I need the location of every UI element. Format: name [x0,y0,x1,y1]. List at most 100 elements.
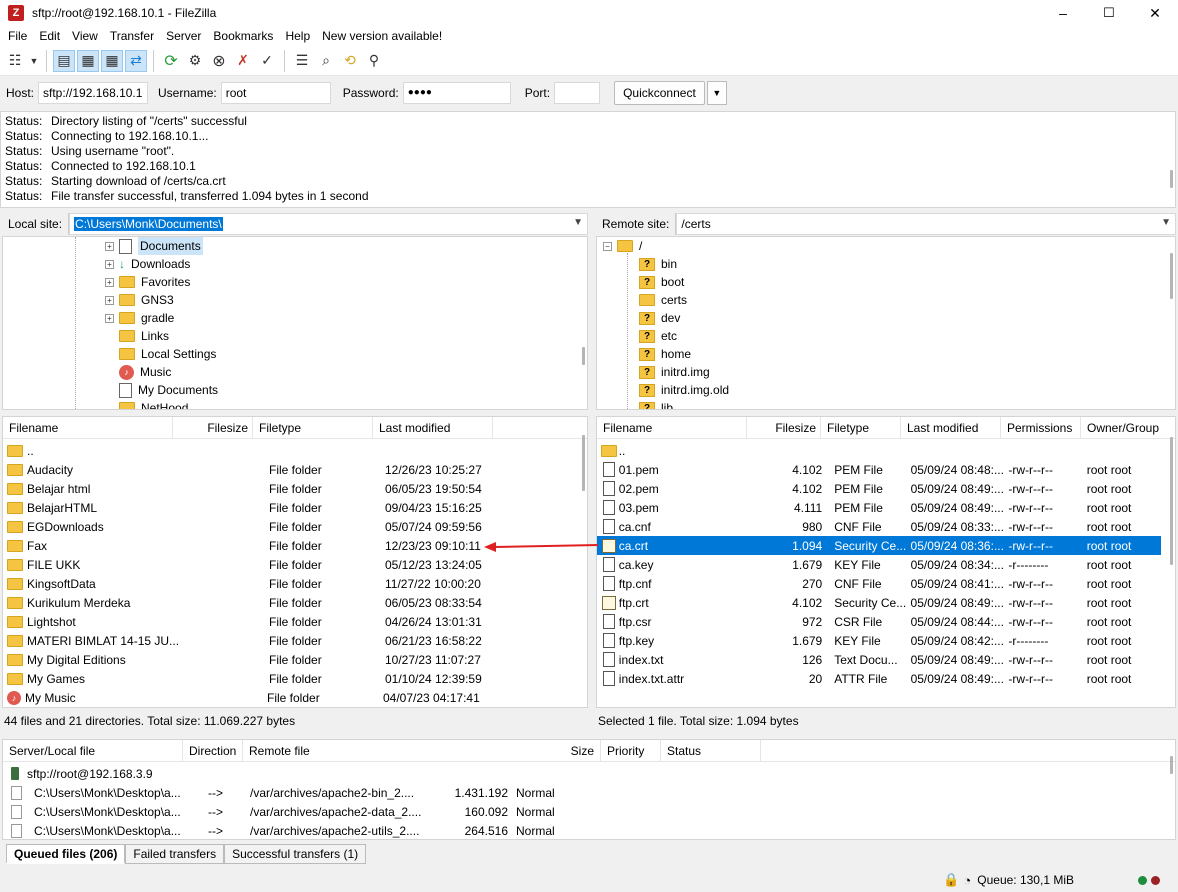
column-filesize[interactable]: Filesize [747,417,821,439]
tree-item[interactable]: ? lib [639,399,673,409]
tree-item[interactable]: + gradle [105,309,174,327]
tree-item[interactable]: ? initrd.img.old [639,381,729,399]
site-manager-icon[interactable]: ☷ [4,50,26,72]
file-row[interactable]: Kurikulum Merdeka File folder 06/05/23 08:… [3,593,573,612]
column-priority[interactable]: Priority [601,740,661,762]
quickconnect-dropdown-icon[interactable]: ▼ [706,81,727,105]
menu-bookmarks[interactable]: Bookmarks [207,26,279,46]
reconnect-icon[interactable]: ✓ [256,50,278,72]
file-row[interactable]: My Digital Editions File folder 10/27/23 1… [3,650,573,669]
column-size[interactable]: Size [503,740,601,762]
port-input[interactable] [554,82,601,104]
tab-successful-transfers[interactable]: Successful transfers (1) [224,844,367,864]
tab-queued-files[interactable]: Queued files (206) [6,844,126,864]
file-row[interactable]: ftp.crt 4.102 Security Ce... 05/09/24 08:49… [597,593,1161,612]
file-row[interactable]: ca.crt 1.094 Security Ce... 05/09/24 08:36:… [597,536,1161,555]
log-scrollbar[interactable] [1170,170,1173,188]
remote-tree-scrollbar[interactable] [1170,253,1173,299]
tree-item[interactable]: + Documents [105,237,203,255]
column-status[interactable]: Status [661,740,761,762]
file-row[interactable]: BelajarHTML File folder 09/04/23 15:16:25 [3,498,573,517]
toggle-filter-icon[interactable]: ⌕ [315,50,337,72]
file-row[interactable]: ♪ My Music File folder 04/07/23 04:17:41 [3,688,573,707]
chevron-down-icon[interactable]: ▼ [573,217,583,228]
tree-item[interactable]: + Favorites [105,273,190,291]
queue-scrollbar[interactable] [1170,756,1173,774]
file-row[interactable]: KingsoftData File folder 11/27/22 10:00:20 [3,574,573,593]
file-row[interactable]: ca.cnf 980 CNF File 05/09/24 08:33:... -rw-r… [597,517,1161,536]
tree-item[interactable]: + GNS3 [105,291,174,309]
process-queue-icon[interactable]: ⚙ [184,50,206,72]
queue-row[interactable]: C:\Users\Monk\Desktop\a... --> /var/archiv… [11,802,578,821]
tree-item[interactable]: ? bin [639,255,677,273]
remote-list-scrollbar[interactable] [1170,437,1173,565]
menu-transfer[interactable]: Transfer [104,26,160,46]
column-owner-group[interactable]: Owner/Group [1081,417,1165,439]
username-input[interactable]: root [220,82,331,104]
disconnect-icon[interactable]: ✗ [232,50,254,72]
file-row[interactable]: ftp.key 1.679 KEY File 05/09/24 08:42:... -r… [597,631,1161,650]
column-remote-file[interactable]: Remote file [243,740,503,762]
file-row[interactable]: ca.key 1.679 KEY File 05/09/24 08:34:... -r-… [597,555,1161,574]
file-row[interactable]: 01.pem 4.102 PEM File 05/09/24 08:48:... -rw… [597,460,1161,479]
column-filename[interactable]: Filename [3,417,173,439]
cancel-operation-icon[interactable]: ⊗ [208,50,230,72]
file-row[interactable]: index.txt 126 Text Docu... 05/09/24 08:49:.… [597,650,1161,669]
column-last-modified[interactable]: Last modified [901,417,1001,439]
tree-item[interactable]: ? boot [639,273,684,291]
close-button[interactable]: ✕ [1132,0,1178,26]
file-row[interactable]: MATERI BIMLAT 14-15 JU... File folder 06/2… [3,631,573,650]
password-input[interactable]: ●●●● [402,82,511,104]
column-last-modified[interactable]: Last modified [373,417,493,439]
toggle-queue-icon[interactable]: ⇄ [125,49,147,72]
tree-item[interactable]: ? home [639,345,691,363]
file-row[interactable]: .. [597,441,1161,460]
minimize-button[interactable]: – [1040,0,1086,26]
column-direction[interactable]: Direction [183,740,243,762]
menu-server[interactable]: Server [160,26,207,46]
tree-item[interactable]: certs [639,291,687,309]
tree-root[interactable]: − / [603,237,642,255]
file-row[interactable]: FILE UKK File folder 05/12/23 13:24:05 [3,555,573,574]
file-row[interactable]: index.txt.attr 20 ATTR File 05/09/24 08:49:… [597,669,1161,688]
remote-path-input[interactable]: /certs ▼ [676,213,1176,235]
local-tree-scrollbar[interactable] [582,347,585,365]
menu-edit[interactable]: Edit [33,26,66,46]
queue-server-row[interactable]: sftp://root@192.168.3.9 [11,764,153,783]
menu-help[interactable]: Help [279,26,316,46]
quickconnect-button[interactable]: Quickconnect [614,81,705,105]
tree-item[interactable]: ? initrd.img [639,363,710,381]
column-filesize[interactable]: Filesize [173,417,253,439]
tree-item[interactable]: Links [119,327,169,345]
file-row[interactable]: ftp.csr 972 CSR File 05/09/24 08:44:... -rw-… [597,612,1161,631]
tree-item[interactable]: ♪ Music [119,363,171,381]
tree-item[interactable]: ? etc [639,327,677,345]
sync-browsing-icon[interactable]: ⟲ [339,50,361,72]
file-row[interactable]: Audacity File folder 12/26/23 10:25:27 [3,460,573,479]
site-manager-dropdown-icon[interactable]: ▼ [28,50,40,72]
menu-new-version[interactable]: New version available! [316,26,448,46]
menu-view[interactable]: View [66,26,104,46]
chevron-down-icon[interactable]: ▼ [1161,217,1171,228]
file-row[interactable]: ftp.cnf 270 CNF File 05/09/24 08:41:... -rw-… [597,574,1161,593]
tab-failed-transfers[interactable]: Failed transfers [125,844,225,864]
local-path-input[interactable]: C:\Users\Monk\Documents\ ▼ [69,213,588,235]
maximize-button[interactable]: ☐ [1086,0,1132,26]
refresh-icon[interactable]: ⟳ [160,50,182,72]
column-filename[interactable]: Filename [597,417,747,439]
column-server-local-file[interactable]: Server/Local file [3,740,183,762]
file-row[interactable]: Belajar html File folder 06/05/23 19:50:54 [3,479,573,498]
file-row[interactable]: My Games File folder 01/10/24 12:39:59 [3,669,573,688]
queue-row[interactable]: C:\Users\Monk\Desktop\a... --> /var/archiv… [11,821,578,839]
column-filetype[interactable]: Filetype [253,417,373,439]
search-binoculars-icon[interactable]: ⚲ [363,50,385,72]
tree-item[interactable]: Local Settings [119,345,216,363]
tree-item[interactable]: ? dev [639,309,680,327]
tree-item[interactable]: My Documents [119,381,218,399]
file-row[interactable]: 03.pem 4.111 PEM File 05/09/24 08:49:... -rw… [597,498,1161,517]
file-row[interactable]: 02.pem 4.102 PEM File 05/09/24 08:49:... -rw… [597,479,1161,498]
file-row[interactable]: EGDownloads File folder 05/07/24 09:59:56 [3,517,573,536]
toggle-remote-tree-icon[interactable]: ▦ [101,49,123,72]
tree-item[interactable]: NetHood [119,399,188,409]
toggle-local-tree-icon[interactable]: ▦ [77,49,99,72]
